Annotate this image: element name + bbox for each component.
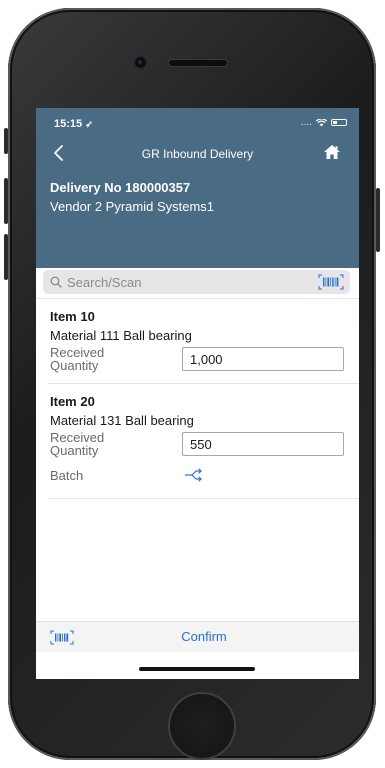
app-screen: 15:15 ➶ .... GR Inbound Delivery Deliver… (36, 108, 359, 679)
home-hardware-button[interactable] (168, 692, 236, 760)
delivery-number: Delivery No 180000357 (50, 180, 191, 195)
volume-down-button (4, 234, 8, 280)
received-quantity-label: Received Quantity (50, 431, 104, 457)
received-quantity-label: Received Quantity (50, 346, 104, 372)
item-material: Material 131 Ball bearing (50, 413, 194, 428)
confirm-button[interactable]: Confirm (156, 629, 252, 644)
home-indicator[interactable] (139, 667, 255, 671)
barcode-icon[interactable] (50, 630, 74, 645)
footer-toolbar: Confirm (36, 621, 359, 652)
phone-frame: 15:15 ➶ .... GR Inbound Delivery Deliver… (4, 8, 380, 760)
mute-switch (4, 128, 8, 154)
list-item: Item 20 Material 131 Ball bearing Receiv… (50, 394, 350, 494)
item-material: Material 111 Ball bearing (50, 328, 192, 343)
item-title: Item 20 (50, 394, 95, 409)
received-quantity-input[interactable] (182, 347, 344, 371)
item-title: Item 10 (50, 309, 95, 324)
batch-label: Batch (50, 468, 84, 483)
status-indicators: .... (301, 117, 347, 128)
earpiece-speaker (169, 60, 227, 66)
status-time-text: 15:15 (54, 118, 83, 130)
list-item: Item 10 Material 111 Ball bearing Receiv… (50, 309, 350, 379)
app-header: 15:15 ➶ .... GR Inbound Delivery Deliver… (36, 108, 359, 268)
wifi-icon (316, 118, 327, 126)
divider (36, 298, 359, 299)
power-button (376, 188, 380, 252)
divider (48, 498, 359, 499)
home-icon (324, 145, 340, 159)
split-icon[interactable] (184, 468, 206, 482)
vendor-name: Vendor 2 Pyramid Systems1 (50, 199, 215, 214)
label-line: Quantity (50, 358, 99, 373)
label-line: Quantity (50, 443, 99, 458)
page-title: GR Inbound Delivery (141, 147, 254, 161)
barcode-icon[interactable] (318, 274, 344, 290)
location-arrow-icon: ➶ (85, 119, 93, 129)
signal-dots: .... (300, 117, 312, 128)
search-bar[interactable] (43, 270, 350, 294)
search-input[interactable] (67, 273, 307, 291)
volume-up-button (4, 178, 8, 224)
received-quantity-input[interactable] (182, 432, 344, 456)
search-icon (50, 276, 62, 288)
home-button[interactable] (323, 144, 341, 162)
status-time: 15:15 ➶ (54, 118, 93, 130)
front-camera (135, 57, 146, 68)
battery-icon (331, 119, 347, 126)
divider (48, 383, 359, 384)
